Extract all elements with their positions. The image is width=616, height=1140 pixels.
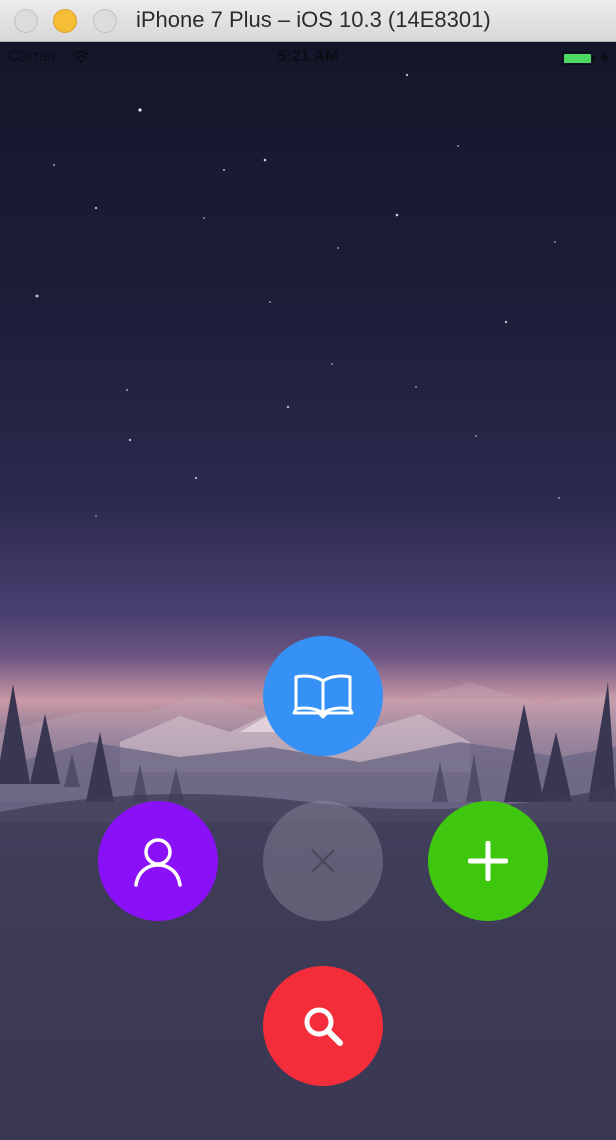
- plus-icon: [468, 841, 508, 881]
- profile-button[interactable]: [98, 801, 218, 921]
- user-icon: [134, 838, 182, 887]
- book-button[interactable]: [263, 636, 383, 756]
- search-icon: [304, 1007, 343, 1046]
- add-button[interactable]: [428, 801, 548, 921]
- window-titlebar: iPhone 7 Plus – iOS 10.3 (14E8301): [0, 0, 616, 42]
- status-time: 5:21 AM: [277, 48, 339, 65]
- charging-icon: [600, 50, 609, 66]
- book-icon: [292, 674, 354, 719]
- stars: [35, 73, 560, 517]
- window-title: iPhone 7 Plus – iOS 10.3 (14E8301): [136, 7, 491, 32]
- close-icon: [311, 849, 335, 873]
- device-screen: Carrier 5:21 AM: [0, 42, 616, 1140]
- window-close-button[interactable]: [14, 9, 38, 33]
- battery-icon: [562, 52, 596, 65]
- menu-close-button[interactable]: [263, 801, 383, 921]
- simulator-window: iPhone 7 Plus – iOS 10.3 (14E8301) Carri…: [0, 0, 616, 1140]
- moon: [296, 554, 319, 580]
- window-minimize-button[interactable]: [53, 9, 77, 33]
- window-zoom-button[interactable]: [93, 9, 117, 33]
- search-button[interactable]: [263, 966, 383, 1086]
- status-bar: Carrier 5:21 AM: [0, 42, 616, 76]
